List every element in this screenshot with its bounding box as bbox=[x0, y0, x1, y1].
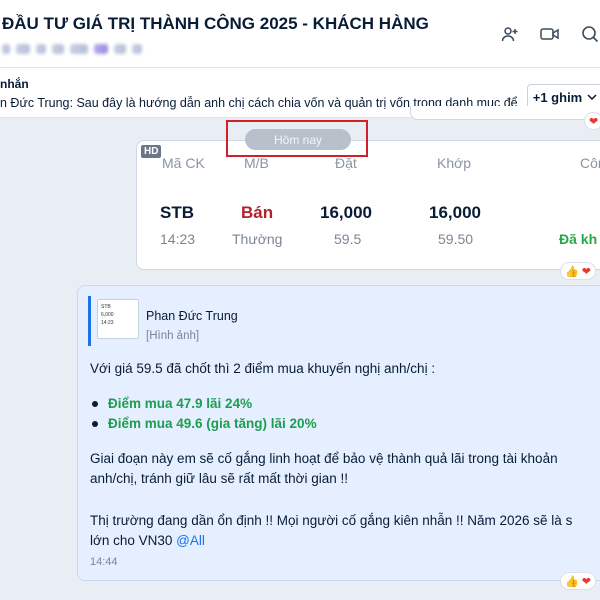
thumb-text: 6,000 bbox=[101, 312, 114, 318]
thumb-text: 14:23 bbox=[101, 320, 114, 326]
order-status: Đã kh bbox=[559, 231, 598, 247]
member-avatar-blur[interactable] bbox=[52, 44, 64, 54]
col-header-matched: Khớp bbox=[437, 155, 472, 171]
member-list[interactable] bbox=[2, 42, 142, 56]
quoted-image-thumbnail[interactable]: STB 6,000 14:23 bbox=[97, 299, 139, 339]
heart-icon: ❤ bbox=[581, 575, 591, 588]
member-avatar-blur[interactable] bbox=[16, 44, 30, 54]
order-ordered-price: 59.5 bbox=[334, 231, 362, 247]
recommendation-item: Điểm mua 49.6 (gia tăng) lãi 20% bbox=[92, 416, 317, 431]
heart-icon: ❤ bbox=[589, 115, 599, 128]
message-text: lớn cho VN30 @All bbox=[90, 532, 205, 550]
message-bubble[interactable]: STB 6,000 14:23 Phan Đức Trung [Hình ảnh… bbox=[77, 285, 600, 581]
search-icon[interactable] bbox=[580, 24, 600, 44]
message-time: 14:44 bbox=[90, 556, 118, 568]
pinned-label: nhắn bbox=[0, 77, 29, 91]
col-header-symbol: Mã CK bbox=[162, 155, 205, 171]
message-text: Thị trường đang dần ổn định !! Mọi người… bbox=[90, 513, 573, 528]
thumbs-up-icon: 👍 bbox=[565, 575, 579, 588]
order-symbol: STB bbox=[160, 203, 194, 222]
member-avatar-blur[interactable] bbox=[2, 44, 10, 54]
date-divider: Hôm nay bbox=[245, 129, 351, 150]
col-header-status: Công bbox=[580, 155, 600, 171]
heart-icon: ❤ bbox=[581, 265, 591, 278]
quoted-attachment-label: [Hình ảnh] bbox=[146, 330, 200, 342]
message-text: Với giá 59.5 đã chốt thì 2 điểm mua khuy… bbox=[90, 361, 436, 376]
order-matched-qty: 16,000 bbox=[429, 203, 481, 222]
order-card[interactable]: HD Mã CK M/B Đặt Khớp Công STB Bán 16,00… bbox=[136, 140, 600, 270]
order-side: Bán bbox=[241, 203, 274, 222]
thumb-text: STB bbox=[101, 304, 111, 310]
video-call-icon[interactable] bbox=[540, 24, 560, 44]
reaction-badge[interactable]: 👍 ❤ bbox=[560, 572, 596, 590]
chat-header: ĐẦU TƯ GIÁ TRỊ THÀNH CÔNG 2025 - KHÁCH H… bbox=[0, 0, 600, 68]
message-text-part: lớn cho VN30 bbox=[90, 533, 177, 548]
hd-badge: HD bbox=[141, 145, 162, 158]
message-text: Giai đoạn này em sẽ cố gắng linh hoạt để… bbox=[90, 451, 558, 466]
pin-count-label: +1 ghim bbox=[532, 89, 583, 105]
member-avatar-blur[interactable] bbox=[70, 44, 88, 54]
group-title[interactable]: ĐẦU TƯ GIÁ TRỊ THÀNH CÔNG 2025 - KHÁCH H… bbox=[2, 14, 429, 34]
recommendation-item: Điểm mua 47.9 lãi 24% bbox=[91, 396, 253, 411]
order-type: Thường bbox=[232, 231, 283, 247]
message-text: anh/chị, tránh giữ lâu sẽ rất mất thời g… bbox=[90, 471, 349, 486]
member-avatar-blur[interactable] bbox=[36, 44, 46, 54]
quoted-sender: Phan Đức Trung bbox=[146, 309, 238, 323]
chevron-down-icon bbox=[587, 94, 597, 100]
previous-message-bubble bbox=[410, 106, 600, 120]
reaction-badge[interactable]: ❤ bbox=[584, 112, 600, 130]
thumbs-up-icon: 👍 bbox=[565, 265, 579, 278]
member-avatar-blur[interactable] bbox=[114, 44, 126, 54]
order-ordered-qty: 16,000 bbox=[320, 203, 372, 222]
order-time: 14:23 bbox=[160, 231, 196, 247]
col-header-side: M/B bbox=[244, 155, 269, 171]
member-avatar-blur[interactable] bbox=[94, 44, 108, 54]
order-matched-price: 59.50 bbox=[438, 231, 474, 247]
col-header-ordered: Đặt bbox=[335, 155, 357, 171]
add-member-icon[interactable] bbox=[500, 24, 520, 44]
member-avatar-blur[interactable] bbox=[132, 44, 142, 54]
reaction-badge[interactable]: 👍 ❤ bbox=[560, 262, 596, 280]
quoted-reply[interactable]: STB 6,000 14:23 Phan Đức Trung [Hình ảnh… bbox=[88, 296, 600, 346]
mention-all[interactable]: @All bbox=[176, 533, 205, 548]
